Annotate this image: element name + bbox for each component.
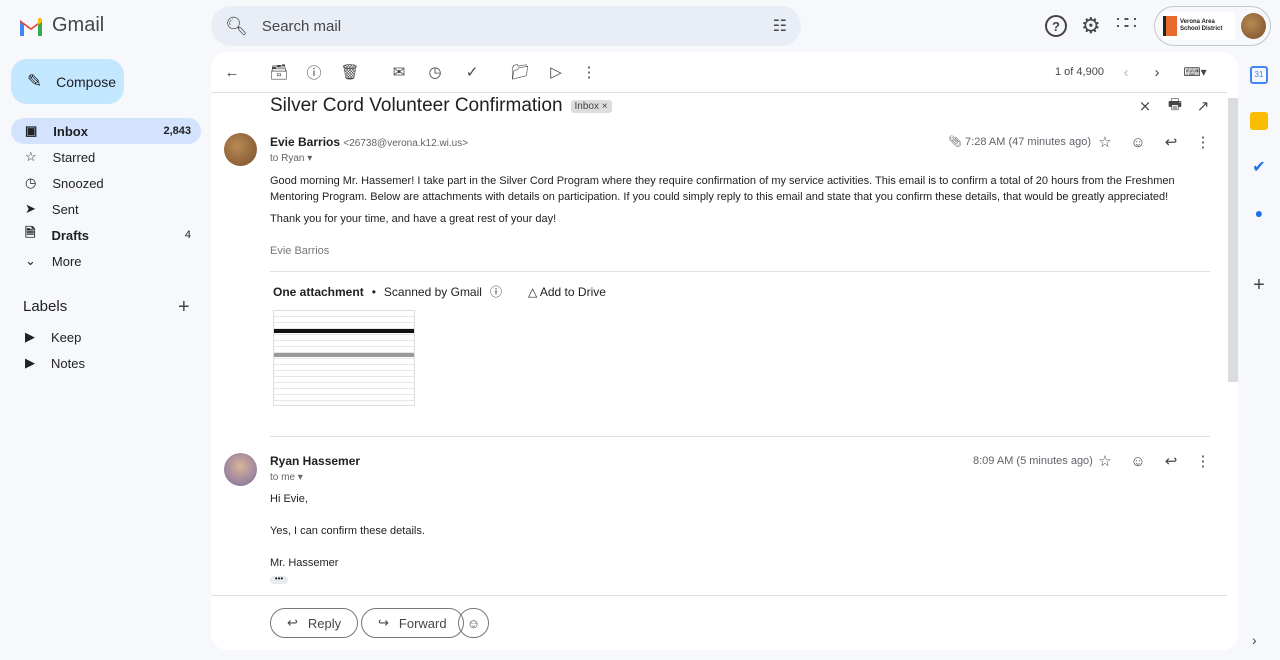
- label-keep[interactable]: ▶ Keep: [11, 324, 201, 350]
- search-bar[interactable]: 🔍︎ Search mail ☷: [211, 6, 801, 46]
- input-tools-icon[interactable]: ⌨▾: [1180, 62, 1210, 82]
- message-body-line: Thank you for your time, and have a grea…: [270, 213, 557, 225]
- message-body: Good morning Mr. Hassemer! I take part i…: [270, 175, 1175, 203]
- contacts-icon[interactable]: ●: [1250, 204, 1268, 222]
- prev-icon[interactable]: ‹: [1116, 62, 1136, 82]
- scrollbar-thumb[interactable]: [1228, 98, 1238, 382]
- reply-button[interactable]: ↩ Reply: [270, 608, 359, 638]
- pencil-icon: ✎: [27, 71, 43, 91]
- next-icon[interactable]: ›: [1147, 62, 1167, 82]
- show-trimmed-content[interactable]: •••: [270, 575, 288, 584]
- app-name: Gmail: [52, 14, 105, 36]
- tasks-icon[interactable]: ✔: [1250, 158, 1268, 176]
- reply-icon[interactable]: ↩: [1161, 132, 1181, 152]
- message-time: 8:09 AM (5 minutes ago): [973, 455, 1093, 467]
- archive-icon[interactable]: 🗃︎: [269, 62, 289, 82]
- toolbar-divider: [211, 92, 1227, 93]
- label-icon: ▶: [25, 329, 35, 344]
- label-icon: ▶: [25, 355, 35, 370]
- thread-header: Silver Cord Volunteer Confirmation Inbox…: [270, 95, 612, 117]
- label-notes[interactable]: ▶ Notes: [11, 350, 201, 376]
- add-to-drive-button[interactable]: △ Add to Drive: [528, 285, 606, 299]
- search-options-icon[interactable]: ☷: [773, 16, 787, 36]
- gmail-m-icon: [20, 17, 42, 36]
- inbox-icon: ▣: [25, 123, 38, 138]
- sidebar-item-more[interactable]: ⌄ More: [11, 248, 201, 274]
- send-icon: ➤: [25, 201, 36, 216]
- paperclip-icon: 📎︎: [948, 136, 962, 148]
- attachment-header: One attachment • Scanned by Gmail ⓘ △ Add …: [273, 283, 606, 300]
- sender-name: Evie Barrios: [270, 135, 341, 149]
- emoji-icon: ☺: [466, 615, 481, 631]
- help-icon[interactable]: ?: [1045, 15, 1067, 37]
- forward-button[interactable]: ↪ Forward: [361, 608, 464, 638]
- back-arrow-icon[interactable]: ←: [222, 62, 242, 82]
- message-body-line: Yes, I can confirm these details.: [270, 525, 425, 537]
- move-to-icon[interactable]: 📁︎: [510, 62, 530, 82]
- sender-email: <26738@verona.k12.wi.us>: [343, 138, 469, 149]
- sidebar-item-drafts[interactable]: 🗎︎ Drafts 4: [11, 222, 201, 248]
- more-icon[interactable]: ⋮: [1193, 451, 1213, 471]
- attachment-thumbnail[interactable]: [273, 310, 415, 406]
- collapse-all-icon[interactable]: ⨯: [1135, 96, 1155, 116]
- settings-gear-icon[interactable]: ⚙: [1081, 13, 1101, 39]
- add-label-icon[interactable]: +: [178, 296, 190, 319]
- compose-button[interactable]: ✎ Compose: [11, 59, 124, 104]
- emoji-react-icon[interactable]: ☺: [1128, 451, 1148, 471]
- print-icon[interactable]: 🖶︎: [1165, 96, 1185, 116]
- new-window-icon[interactable]: ↗: [1193, 96, 1213, 116]
- search-input[interactable]: Search mail: [262, 18, 759, 35]
- chevron-down-icon: ⌄: [25, 253, 36, 268]
- apps-grid-icon[interactable]: ∷∷: [1116, 13, 1137, 34]
- more-options-icon[interactable]: ⋮: [579, 62, 599, 82]
- emoji-react-icon[interactable]: ☺: [1128, 132, 1148, 152]
- star-icon[interactable]: ☆: [1095, 451, 1115, 471]
- snooze-icon[interactable]: ◷: [425, 62, 445, 82]
- calendar-icon[interactable]: 31: [1250, 66, 1268, 84]
- recipients-toggle[interactable]: to me ▾: [270, 472, 303, 483]
- draft-icon: 🗎︎: [25, 225, 36, 240]
- message-body-line: Hi Evie,: [270, 493, 308, 505]
- account-switcher[interactable]: Verona Area School District: [1154, 6, 1271, 46]
- keep-icon[interactable]: [1250, 112, 1268, 130]
- sender-name: Ryan Hassemer: [270, 454, 361, 468]
- signature: Evie Barrios: [270, 245, 330, 257]
- message-body-line: Mr. Hassemer: [270, 557, 339, 569]
- sidebar-item-inbox[interactable]: ▣ Inbox 2,843: [11, 118, 201, 144]
- mark-unread-icon[interactable]: ✉: [389, 62, 409, 82]
- pagination: 1 of 4,900: [1055, 66, 1104, 78]
- sender-avatar: [224, 133, 257, 166]
- info-icon[interactable]: ⓘ: [490, 283, 502, 300]
- star-icon: ☆: [25, 149, 37, 164]
- reply-icon[interactable]: ↩: [1161, 451, 1181, 471]
- get-addons-icon[interactable]: +: [1250, 274, 1268, 297]
- delete-icon[interactable]: 🗑︎: [340, 62, 360, 82]
- account-avatar[interactable]: [1240, 13, 1266, 39]
- drive-icon: △: [527, 284, 538, 299]
- sidebar-item-starred[interactable]: ☆ Starred: [11, 144, 201, 170]
- email-subject: Silver Cord Volunteer Confirmation: [270, 95, 563, 116]
- inbox-label-chip[interactable]: Inbox ×: [570, 99, 612, 113]
- star-icon[interactable]: ☆: [1095, 132, 1115, 152]
- search-icon[interactable]: 🔍︎: [225, 16, 248, 37]
- district-logo: Verona Area School District: [1163, 12, 1235, 40]
- labels-heading: Labels: [23, 298, 68, 315]
- clock-icon: ◷: [25, 175, 37, 190]
- show-side-panel-icon[interactable]: ›: [1252, 632, 1257, 648]
- label-as-icon[interactable]: ▷: [546, 62, 566, 82]
- report-spam-icon[interactable]: ⓘ: [304, 62, 324, 82]
- sidebar-item-sent[interactable]: ➤ Sent: [11, 196, 201, 222]
- add-task-icon[interactable]: ✓: [462, 62, 482, 82]
- reply-icon: ↩: [287, 615, 298, 630]
- sender-avatar: [224, 453, 257, 486]
- more-icon[interactable]: ⋮: [1193, 132, 1213, 152]
- recipients-toggle[interactable]: to Ryan ▾: [270, 153, 312, 164]
- gmail-logo[interactable]: Gmail: [18, 14, 104, 37]
- forward-icon: ↪: [378, 615, 389, 630]
- sidebar-item-snoozed[interactable]: ◷ Snoozed: [11, 170, 201, 196]
- message-time: 📎︎ 7:28 AM (47 minutes ago): [948, 136, 1091, 148]
- emoji-react-button[interactable]: ☺: [458, 608, 489, 638]
